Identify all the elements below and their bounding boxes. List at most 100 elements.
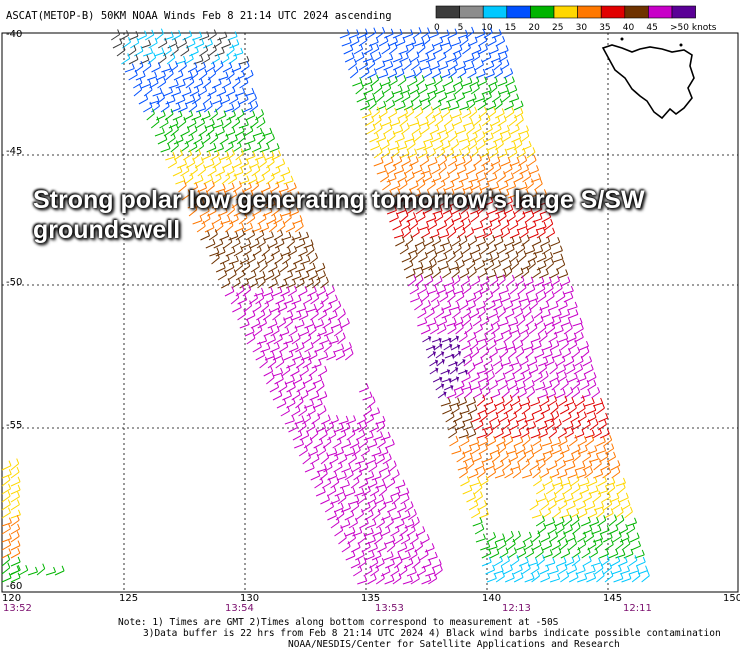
wind-feather xyxy=(136,37,140,43)
wind-barb xyxy=(585,505,596,511)
wind-barb xyxy=(45,571,56,576)
wind-barb xyxy=(505,248,515,255)
wind-feather xyxy=(292,278,296,285)
wind-feather xyxy=(496,444,500,451)
wind-feather xyxy=(502,533,506,539)
wind-barb xyxy=(171,92,181,97)
wind-barb xyxy=(472,392,483,399)
wind-feather xyxy=(518,530,521,537)
wind-barb xyxy=(221,177,230,185)
wind-feather xyxy=(511,76,515,82)
wind-feather xyxy=(374,478,378,484)
wind-barb xyxy=(275,299,285,305)
wind-feather xyxy=(430,268,434,274)
wind-feather xyxy=(493,269,497,276)
wind-barb xyxy=(270,347,280,353)
wind-feather xyxy=(416,516,420,523)
wind-feather xyxy=(449,114,453,121)
wind-barb xyxy=(604,575,614,583)
wind-barb xyxy=(319,339,329,345)
wind-barb xyxy=(316,427,326,433)
wind-feather xyxy=(270,293,274,300)
wind-barb xyxy=(568,313,579,319)
wind-feather xyxy=(473,397,476,403)
wind-feather xyxy=(575,309,579,315)
wind-barb xyxy=(472,457,482,463)
wind-feather xyxy=(311,462,315,469)
wind-barb xyxy=(390,122,401,127)
wind-feather xyxy=(352,526,356,533)
wind-barb xyxy=(354,56,365,63)
wind-feather xyxy=(607,491,611,498)
wind-barb xyxy=(216,91,227,97)
wind-feather xyxy=(276,382,280,388)
wind-feather xyxy=(284,279,288,285)
wind-feather xyxy=(499,355,503,361)
wind-feather xyxy=(279,390,283,396)
wind-feather xyxy=(558,418,562,425)
wind-feather xyxy=(634,517,637,523)
wind-barb xyxy=(295,268,305,273)
wind-barb xyxy=(473,328,483,335)
wind-barb xyxy=(317,395,327,401)
wind-barb xyxy=(420,170,431,175)
wind-barb xyxy=(341,443,351,449)
wind-feather xyxy=(531,413,535,419)
wind-feather xyxy=(500,565,504,572)
wind-feather xyxy=(506,555,510,561)
wind-barb xyxy=(366,401,376,409)
wind-feather xyxy=(271,151,275,157)
wind-barb xyxy=(517,392,527,399)
wind-feather xyxy=(419,66,423,72)
wind-barb xyxy=(382,87,392,95)
wind-barb xyxy=(494,464,504,471)
wind-barb xyxy=(555,487,564,495)
wind-feather xyxy=(638,540,642,547)
wind-barb xyxy=(553,287,563,295)
wind-feather xyxy=(290,335,294,342)
wind-barb xyxy=(564,401,575,407)
wind-feather xyxy=(383,133,387,139)
wind-barb xyxy=(397,79,407,87)
wind-feather xyxy=(334,447,338,454)
wind-feather xyxy=(549,437,553,444)
wind-barb xyxy=(523,449,534,455)
wind-barb xyxy=(390,570,400,577)
wind-feather xyxy=(429,67,433,74)
wind-feather xyxy=(460,285,464,291)
wind-barb xyxy=(480,247,489,255)
wind-barb xyxy=(388,465,397,473)
wind-feather xyxy=(531,379,535,386)
wind-barb xyxy=(456,129,466,135)
wind-barb xyxy=(335,354,345,361)
lat-label: -60 xyxy=(6,581,22,592)
wind-barb xyxy=(626,522,637,527)
wind-barb xyxy=(489,553,500,559)
wind-feather xyxy=(410,29,414,35)
wind-barb xyxy=(357,497,367,505)
wind-feather xyxy=(345,415,349,422)
wind-barb xyxy=(564,360,575,367)
wind-feather xyxy=(207,53,211,60)
wind-feather xyxy=(277,166,281,172)
wind-barb xyxy=(505,535,514,543)
wind-barb xyxy=(346,433,356,441)
caption-line: groundswell xyxy=(33,216,181,244)
wind-feather xyxy=(373,493,377,500)
wind-feather xyxy=(453,317,457,324)
wind-barb xyxy=(364,120,375,127)
wind-barb xyxy=(498,90,509,95)
wind-barb xyxy=(557,474,568,479)
wind-feather xyxy=(434,285,438,291)
wind-feather xyxy=(526,330,530,336)
wind-barb xyxy=(210,58,220,65)
wind-barb xyxy=(384,33,394,39)
wind-barb xyxy=(266,377,275,385)
wind-barb xyxy=(1,512,11,519)
wind-feather xyxy=(7,490,11,497)
wind-barb xyxy=(272,313,281,321)
wind-feather xyxy=(580,332,584,338)
wind-feather xyxy=(490,363,494,370)
wind-feather xyxy=(563,364,567,370)
wind-feather xyxy=(498,163,502,169)
